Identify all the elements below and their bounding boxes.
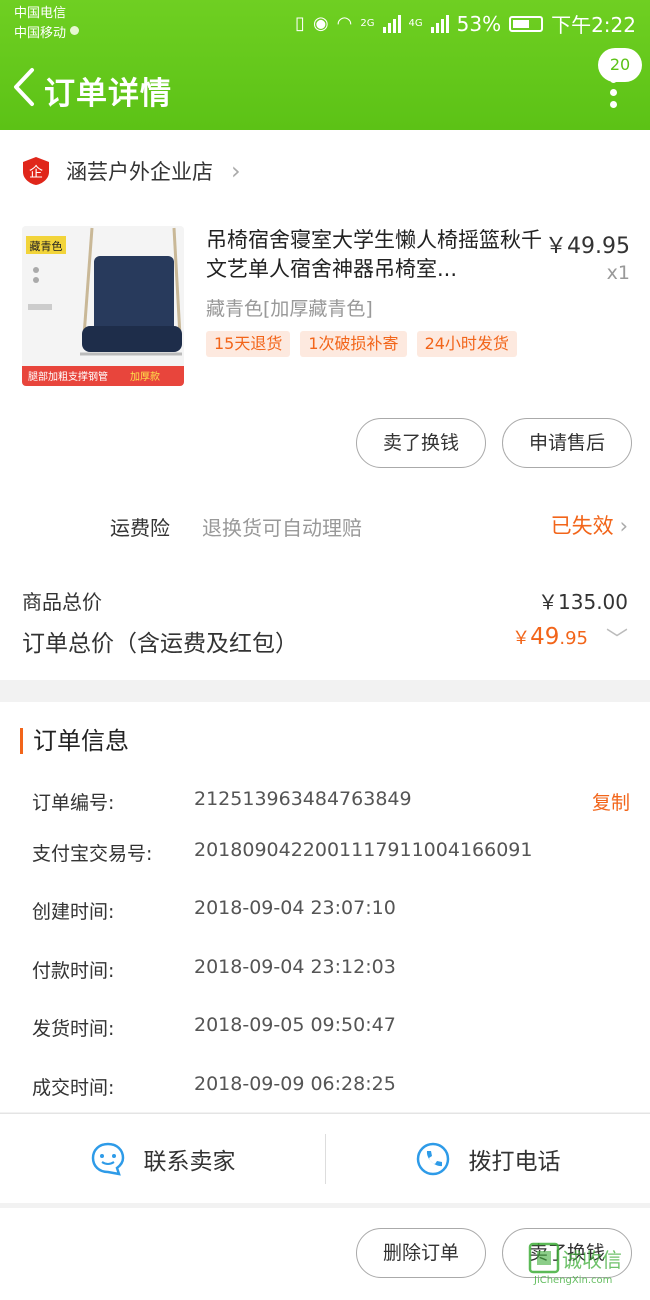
info-label: 支付宝交易号:: [32, 843, 153, 865]
message-count-badge[interactable]: 20: [598, 48, 642, 82]
watermark-text: 诚收信: [562, 1248, 622, 1272]
system-icons: ▯ ◉ ◠ 2G 4G 53% 下午2:22: [295, 9, 636, 38]
shipping-insurance-status[interactable]: 已失效 ›: [551, 510, 628, 540]
service-tag: 1次破损补寄: [300, 331, 407, 357]
phone-icon: [416, 1142, 449, 1176]
section-title: 订单信息: [20, 728, 129, 754]
hammock-chair-image: 藏青色 腿部加粗支撑钢管 加厚款: [22, 226, 184, 386]
signal-icon-2: [430, 14, 449, 33]
battery-percent: 53%: [456, 11, 502, 36]
app-header: 中国电信 中国移动 ▯ ◉ ◠ 2G 4G 53% 下午2:22 订单详情 20: [0, 0, 650, 130]
image-banner-text-2: 加厚款: [130, 370, 160, 383]
chevron-down-icon[interactable]: ﹀: [606, 622, 628, 654]
enterprise-shop-icon: 企: [23, 157, 49, 185]
service-tags: 15天退货 1次破损补寄 24小时发货: [206, 331, 517, 357]
product-price: ￥49.95: [545, 234, 630, 259]
shipping-insurance-label: 运费险: [110, 516, 170, 540]
chevron-right-icon: ›: [231, 157, 241, 185]
image-color-label: 藏青色: [30, 239, 63, 253]
clock: 下午2:22: [551, 13, 636, 37]
contact-seller-button[interactable]: 联系卖家: [0, 1114, 325, 1204]
nav-bar: 订单详情: [0, 56, 650, 120]
contact-bar: 联系卖家 拨打电话: [0, 1113, 650, 1203]
copy-button[interactable]: 复制: [592, 788, 630, 815]
info-row-completed: 成交时间: 2018-09-09 06:28:25: [32, 1073, 630, 1103]
goods-total-label: 商品总价: [22, 590, 102, 614]
info-row-shipped: 发货时间: 2018-09-05 09:50:47: [32, 1014, 630, 1044]
info-value: 2018-09-04 23:07:10: [194, 897, 396, 919]
page-title: 订单详情: [44, 76, 172, 112]
carrier-2: 中国移动: [14, 26, 67, 41]
shop-logo-text: 企: [29, 164, 43, 181]
order-product-card: 企 涵芸户外企业店 › 藏青色 腿部加粗支撑钢管 加厚款 吊椅宿舍寝室大学生懒人…: [0, 130, 650, 680]
order-info-card: 订单信息 订单编号: 212513963484763849 复制 支付宝交易号:…: [0, 702, 650, 1112]
signal-icon: [382, 14, 401, 33]
network-type-1: 2G: [360, 18, 375, 29]
info-value: 2018090422001117911004166091: [194, 839, 533, 861]
info-label: 成交时间:: [32, 1077, 115, 1099]
service-tag: 24小时发货: [416, 331, 517, 357]
watermark-url: JiChengXin.com: [533, 1275, 612, 1286]
goods-total-value: ￥135.00: [538, 590, 628, 614]
sell-for-cash-button[interactable]: 卖了换钱: [356, 418, 486, 468]
info-row-order-number: 订单编号: 212513963484763849 复制: [32, 788, 630, 818]
carrier-info: 中国电信 中国移动: [14, 4, 80, 44]
product-sku: 藏青色[加厚藏青色]: [206, 298, 373, 320]
battery-icon: [509, 15, 544, 32]
shipping-insurance-desc: 退换货可自动理赔: [202, 516, 362, 540]
info-label: 付款时间:: [32, 960, 115, 982]
info-label: 创建时间:: [32, 901, 115, 923]
network-type-2: 4G: [408, 18, 423, 29]
service-tag: 15天退货: [206, 331, 291, 357]
status-bar: 中国电信 中国移动 ▯ ◉ ◠ 2G 4G 53% 下午2:22: [0, 0, 650, 44]
info-row-paid: 付款时间: 2018-09-04 23:12:03: [32, 956, 630, 986]
contact-seller-label: 联系卖家: [143, 1149, 236, 1175]
wifi-icon: ◠: [336, 13, 353, 34]
info-value: 2018-09-04 23:12:03: [194, 956, 396, 978]
watermark-logo: 诚收信 JiChengXin.com: [528, 1242, 622, 1286]
notification-dot-icon: [70, 26, 80, 35]
info-value: 212513963484763849: [194, 788, 412, 810]
call-phone-button[interactable]: 拨打电话: [325, 1114, 650, 1204]
info-value: 2018-09-09 06:28:25: [194, 1073, 396, 1095]
order-total-dec: .95: [559, 628, 588, 649]
chat-bubble-icon: [91, 1142, 124, 1176]
info-value: 2018-09-05 09:50:47: [194, 1014, 396, 1036]
order-total-value: ￥49.95: [512, 624, 588, 650]
apply-after-sale-button[interactable]: 申请售后: [502, 418, 632, 468]
call-phone-label: 拨打电话: [468, 1149, 561, 1175]
order-total-currency: ￥: [512, 628, 531, 649]
delete-order-button[interactable]: 删除订单: [356, 1228, 486, 1278]
info-label: 发货时间:: [32, 1018, 115, 1040]
carrier-1: 中国电信: [14, 6, 67, 21]
info-label: 订单编号:: [32, 792, 115, 814]
info-row-alipay-number: 支付宝交易号: 2018090422001117911004166091: [32, 839, 630, 869]
product-image[interactable]: 藏青色 腿部加粗支撑钢管 加厚款: [22, 226, 184, 386]
shop-link[interactable]: 企 涵芸户外企业店 ›: [22, 156, 241, 186]
product-name[interactable]: 吊椅宿舍寝室大学生懒人椅摇篮秋千文艺单人宿舍神器吊椅室...: [206, 226, 542, 284]
vibrate-icon: ▯: [295, 13, 305, 34]
product-quantity: x1: [606, 262, 630, 284]
shop-name: 涵芸户外企业店: [66, 160, 213, 184]
image-banner-text: 腿部加粗支撑钢管: [28, 370, 108, 383]
order-total-label: 订单总价（含运费及红包）: [22, 631, 298, 657]
back-arrow-icon[interactable]: [10, 64, 40, 110]
eye-icon: ◉: [312, 13, 329, 34]
insurance-status-text: 已失效: [550, 514, 614, 538]
order-total-int: 49: [530, 624, 560, 650]
info-row-created: 创建时间: 2018-09-04 23:07:10: [32, 897, 630, 927]
chevron-right-icon: ›: [619, 514, 628, 538]
